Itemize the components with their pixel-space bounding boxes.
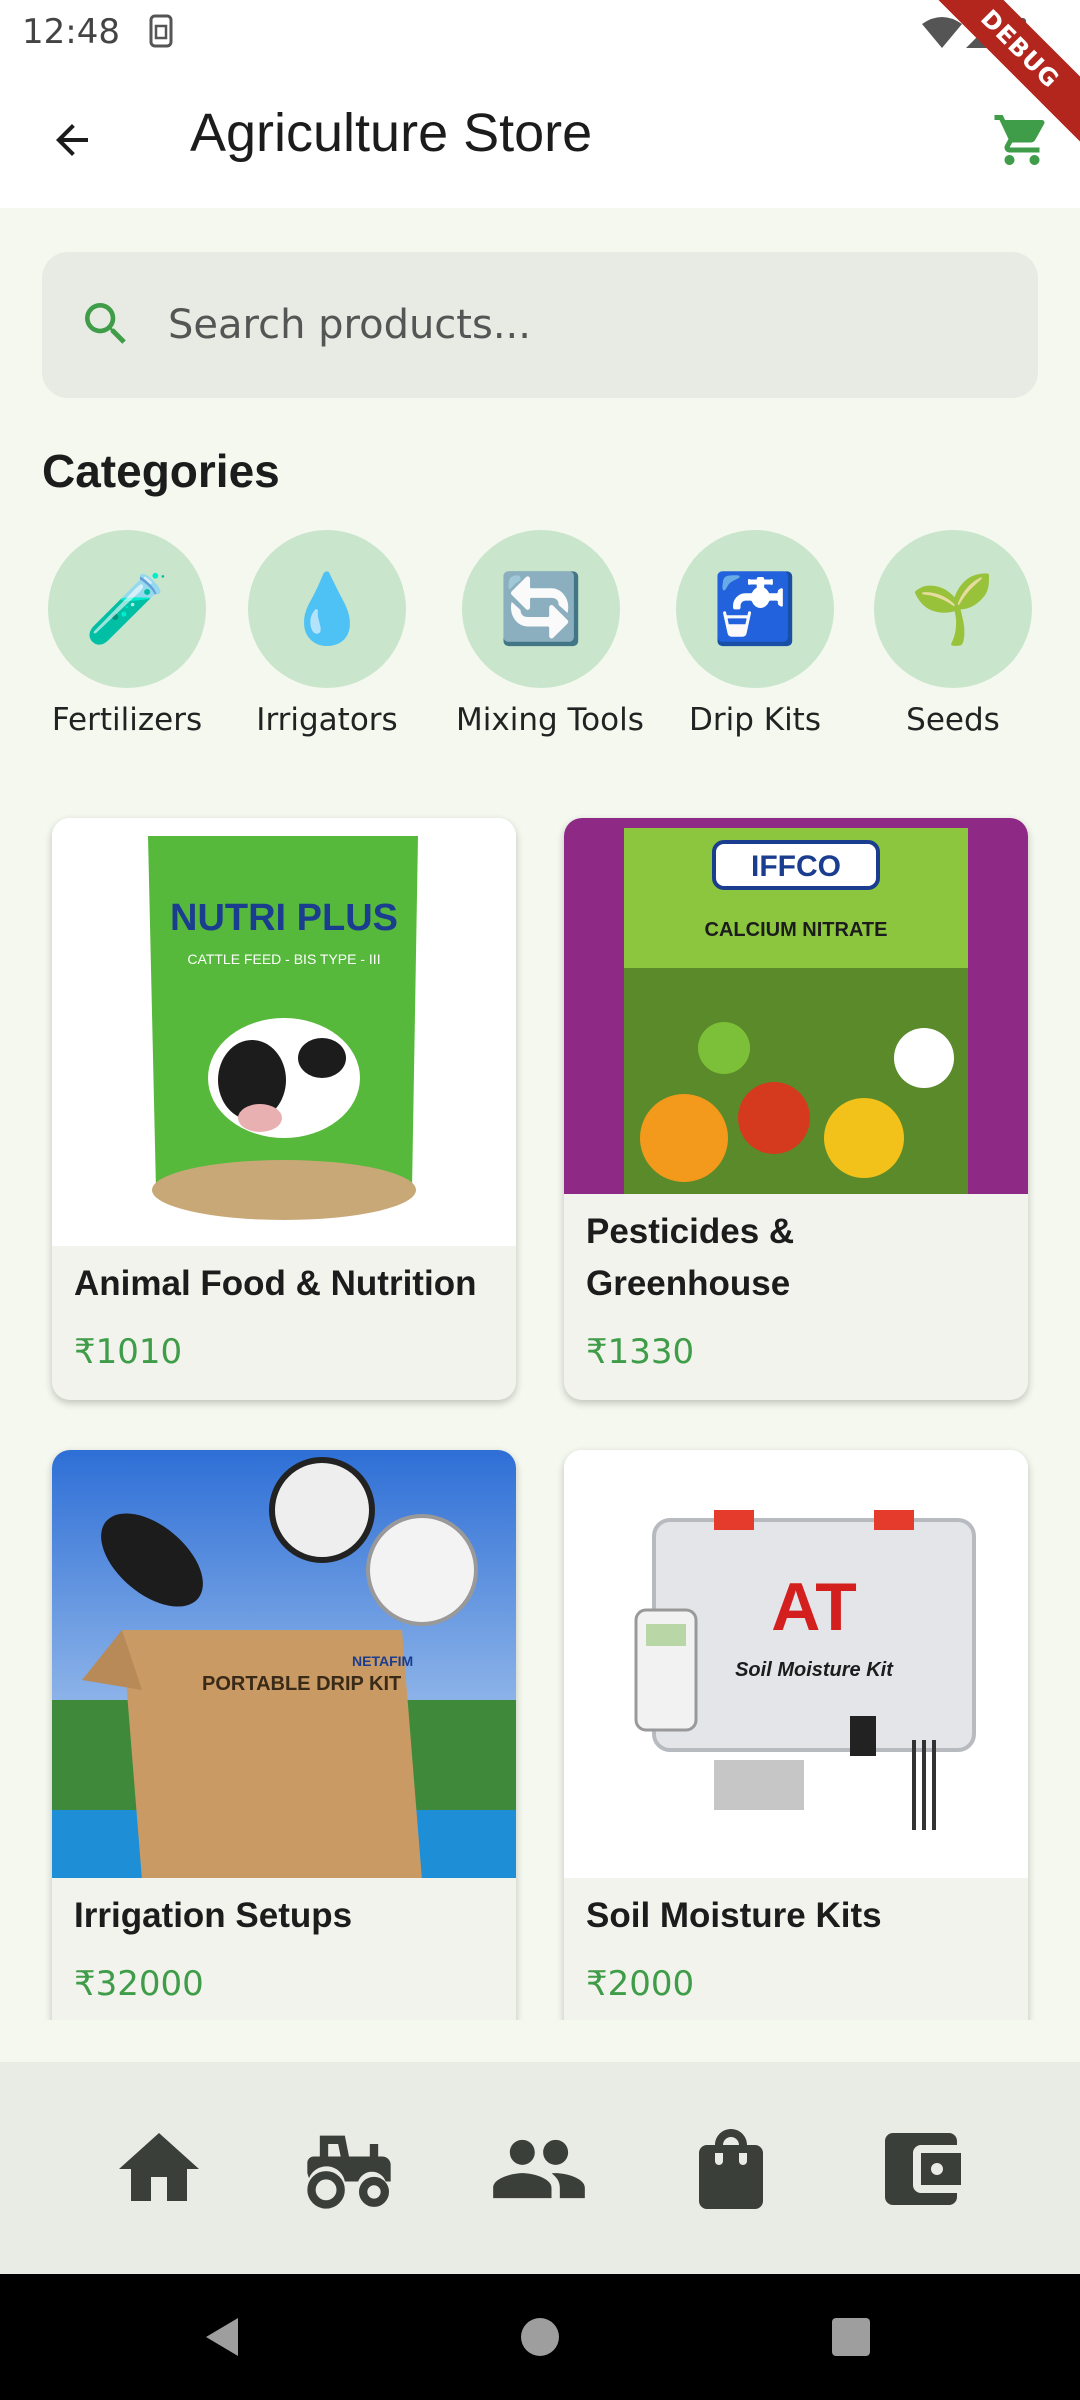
product-name: Soil Moisture Kits (586, 1896, 882, 1935)
bag-subtitle: CALCIUM NITRATE (705, 919, 888, 941)
category-label: Mixing Tools (456, 702, 644, 738)
test-tube-icon: 🧪 (84, 570, 170, 649)
product-price: ₹1010 (74, 1332, 183, 1372)
bottom-navigation (0, 2062, 1080, 2274)
category-label: Irrigators (256, 702, 398, 738)
product-name: Irrigation Setups (74, 1896, 353, 1935)
page-title: Agriculture Store (190, 103, 593, 163)
nav-home[interactable] (104, 2114, 214, 2224)
nav-tractor[interactable] (294, 2114, 404, 2224)
category-circle: 🔄 (462, 530, 620, 688)
product-image: IFFCO CALCIUM NITRATE (564, 818, 1028, 1194)
droplet-icon: 💧 (284, 570, 370, 649)
wallet-icon (885, 2133, 961, 2205)
people-icon (493, 2139, 585, 2199)
app-bar: Agriculture Store (0, 64, 1080, 208)
wifi-icon (922, 17, 962, 48)
moisture-kit-image: AT Soil Moisture Kit (564, 1450, 1028, 1878)
system-home-icon[interactable] (515, 2312, 565, 2362)
product-name: Pesticides & Greenhouse (586, 1212, 795, 1303)
kit-brand: AT (771, 1569, 857, 1645)
categories-row[interactable]: 🧪 Fertilizers 💧 Irrigators 🔄 Mixing Tool… (42, 530, 1038, 750)
category-irrigators[interactable]: 💧 Irrigators (242, 530, 412, 750)
search-icon (85, 303, 126, 344)
product-card-soil-moisture-kits[interactable]: AT Soil Moisture Kit Soil Moisture Kits … (564, 1450, 1028, 2020)
product-image: PORTABLE DRIP KIT NETAFIM (52, 1450, 516, 1880)
product-name: Animal Food & Nutrition (74, 1264, 477, 1303)
system-navigation-bar (0, 2274, 1080, 2400)
cart-button[interactable] (986, 104, 1058, 176)
feed-bag-image: NUTRI PLUS CATTLE FEED - BIS TYPE - III (52, 818, 516, 1246)
tractor-icon (307, 2135, 391, 2209)
product-card-irrigation-setups[interactable]: PORTABLE DRIP KIT NETAFIM Irrigation Set… (52, 1450, 516, 2020)
category-label: Fertilizers (51, 702, 203, 738)
fertilizer-bag-image: IFFCO CALCIUM NITRATE (564, 818, 1028, 1194)
category-fertilizers[interactable]: 🧪 Fertilizers (42, 530, 212, 750)
drip-kit-image: PORTABLE DRIP KIT NETAFIM (52, 1450, 516, 1880)
product-card-animal-food[interactable]: NUTRI PLUS CATTLE FEED - BIS TYPE - III … (52, 818, 516, 1400)
system-recents-icon[interactable] (826, 2312, 876, 2362)
category-circle: 💧 (248, 530, 406, 688)
nav-shop[interactable] (676, 2114, 786, 2224)
shopping-cart-icon (994, 115, 1045, 165)
arrow-back-icon (56, 124, 88, 156)
categories-heading: Categories (42, 445, 280, 497)
product-card-pesticides[interactable]: IFFCO CALCIUM NITRATE Pesticides & Green… (564, 818, 1028, 1400)
nav-community[interactable] (484, 2114, 594, 2224)
box-brand: NETAFIM (352, 1653, 413, 1669)
nav-wallet[interactable] (866, 2114, 976, 2224)
category-label: Drip Kits (688, 702, 821, 738)
product-image: AT Soil Moisture Kit (564, 1450, 1028, 1878)
shopping-bag-icon (699, 2129, 763, 2209)
category-seeds[interactable]: 🌱 Seeds (868, 530, 1038, 750)
category-circle: 🧪 (48, 530, 206, 688)
product-price: ₹32000 (74, 1964, 204, 2004)
category-circle: 🚰 (676, 530, 834, 688)
system-back-icon[interactable] (198, 2312, 248, 2362)
search-box[interactable] (42, 252, 1038, 398)
bag-brand: NUTRI PLUS (170, 897, 398, 939)
product-price: ₹1330 (586, 1332, 695, 1372)
status-time: 12:48 (22, 12, 120, 52)
repeat-arrows-icon: 🔄 (498, 570, 584, 649)
home-icon (119, 2133, 199, 2201)
box-label: PORTABLE DRIP KIT (202, 1673, 401, 1695)
product-image: NUTRI PLUS CATTLE FEED - BIS TYPE - III (52, 818, 516, 1246)
product-price: ₹2000 (586, 1964, 695, 2004)
status-bar: 12:48 (0, 0, 1080, 64)
search-input[interactable] (168, 292, 988, 358)
bag-brand: IFFCO (751, 850, 841, 883)
seedling-icon: 🌱 (910, 570, 996, 649)
sim-card-icon (149, 14, 173, 48)
back-button[interactable] (36, 104, 108, 176)
water-tap-icon: 🚰 (712, 570, 798, 649)
category-drip-kits[interactable]: 🚰 Drip Kits (670, 530, 840, 750)
category-mixing-tools[interactable]: 🔄 Mixing Tools (456, 530, 644, 750)
product-grid[interactable]: NUTRI PLUS CATTLE FEED - BIS TYPE - III … (0, 790, 1080, 2020)
category-label: Seeds (906, 702, 1000, 738)
bag-subtitle: CATTLE FEED - BIS TYPE - III (187, 951, 380, 967)
category-circle: 🌱 (874, 530, 1032, 688)
kit-label: Soil Moisture Kit (735, 1659, 894, 1681)
